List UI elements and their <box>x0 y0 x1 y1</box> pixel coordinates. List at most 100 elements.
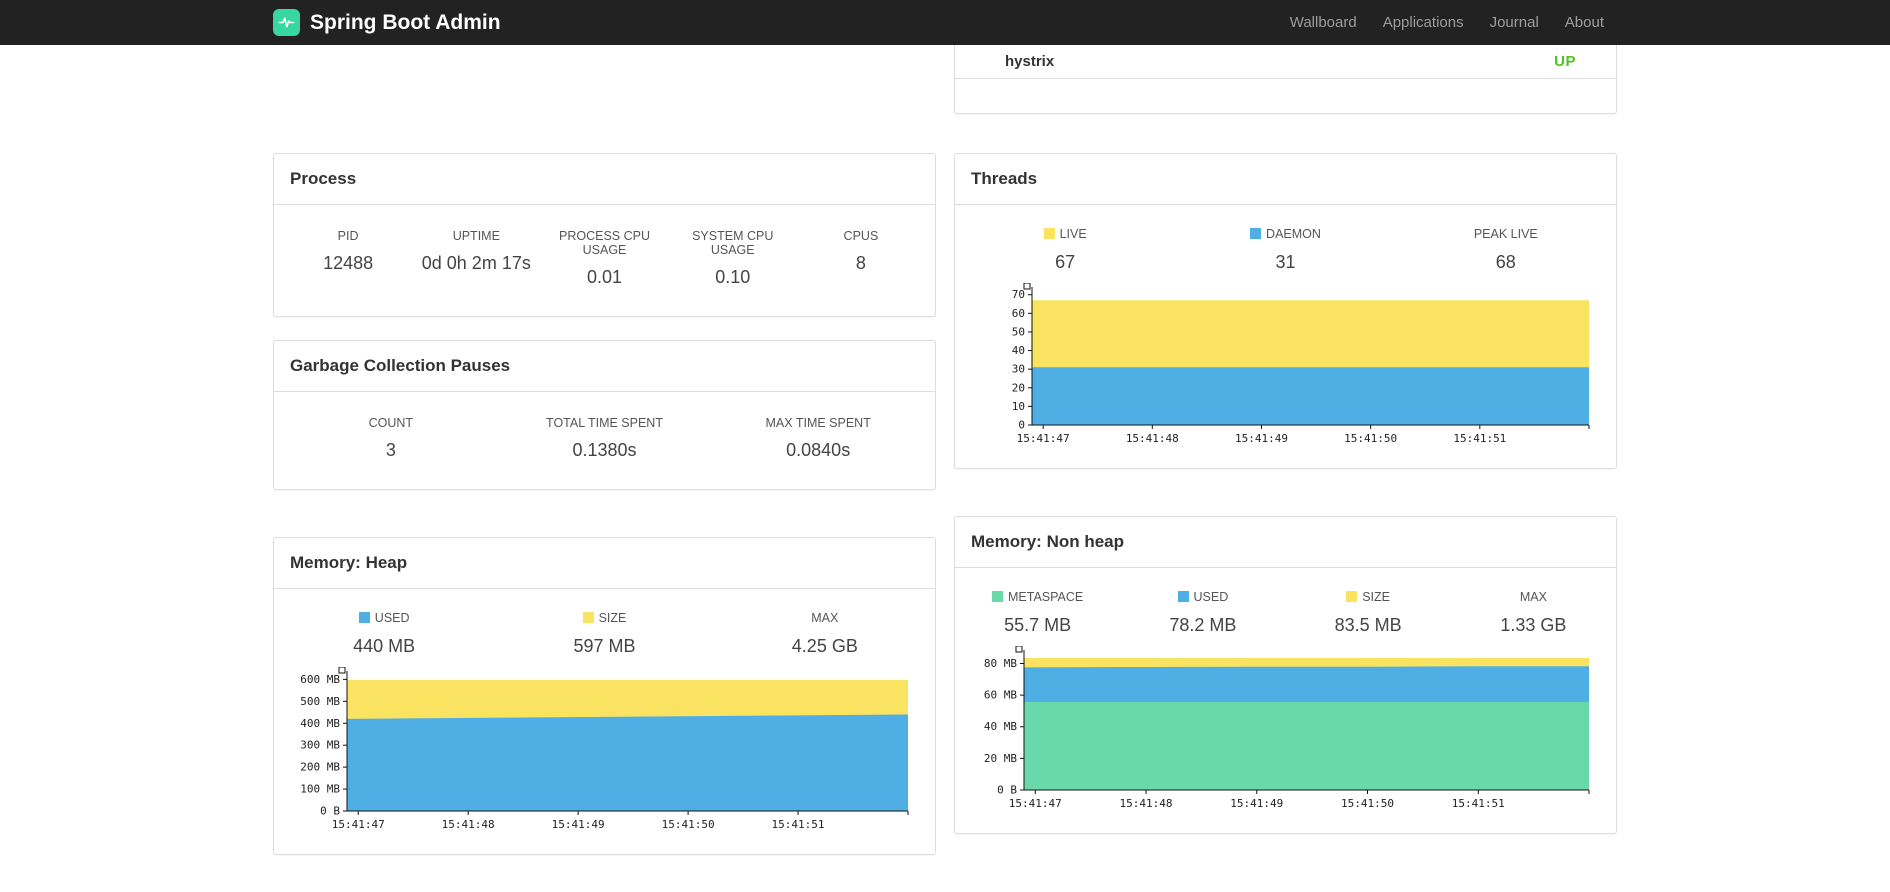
metric-value: 0.1380s <box>572 440 637 460</box>
legend-item-max: MAX 1.33 GB <box>1451 588 1616 636</box>
legend-item-max: MAX 4.25 GB <box>715 609 935 657</box>
metric-value: 12488 <box>323 253 374 273</box>
metric-cpus: CPUS 8 <box>797 229 925 288</box>
legend-item-peak-live: PEAK LIVE 68 <box>1396 225 1616 273</box>
metric-process-cpu: PROCESS CPU USAGE 0.01 <box>540 229 668 288</box>
svg-text:15:41:48: 15:41:48 <box>1120 797 1173 810</box>
svg-text:15:41:48: 15:41:48 <box>1126 432 1179 445</box>
gc-panel-title: Garbage Collection Pauses <box>274 341 935 392</box>
application-status-badge: UP <box>1554 53 1576 70</box>
legend-item-size: SIZE 83.5 MB <box>1286 588 1451 636</box>
svg-text:500 MB: 500 MB <box>300 695 340 708</box>
metric-label: SYSTEM CPU USAGE <box>692 229 774 257</box>
svg-text:80 MB: 80 MB <box>984 657 1017 670</box>
svg-text:40: 40 <box>1012 344 1025 357</box>
used-swatch-icon <box>358 612 370 623</box>
metric-label: PROCESS CPU USAGE <box>559 229 650 257</box>
process-metrics: PID 12488 UPTIME 0d 0h 2m 17s PROCESS CP… <box>274 205 935 316</box>
metric-label: MAX TIME SPENT <box>765 416 871 430</box>
memory-heap-panel: Memory: Heap USED 440 MB SIZE 597 MB MAX… <box>273 537 936 855</box>
left-column: Process PID 12488 UPTIME 0d 0h 2m 17s PR… <box>273 45 936 855</box>
nav-item-about[interactable]: About <box>1552 14 1617 31</box>
daemon-swatch-icon <box>1250 228 1262 239</box>
svg-text:15:41:47: 15:41:47 <box>1017 432 1070 445</box>
metric-gc-max-time: MAX TIME SPENT 0.0840s <box>711 416 925 461</box>
dashboard-content: Process PID 12488 UPTIME 0d 0h 2m 17s PR… <box>273 45 1617 855</box>
metric-uptime: UPTIME 0d 0h 2m 17s <box>412 229 540 288</box>
size-swatch-icon <box>1346 591 1358 602</box>
heap-chart-container: 0 B 100 MB 200 MB 300 MB 400 MB 500 MB 600 MB 1… <box>274 657 935 854</box>
threads-panel: Threads LIVE 67 DAEMON 31 PEAK LIVE 68 0… <box>954 153 1617 469</box>
legend-item-metaspace: METASPACE 55.7 MB <box>955 588 1120 636</box>
legend-value: 4.25 GB <box>791 636 858 656</box>
right-column: hystrix UP Threads LIVE 67 DAEMON 31 PEA… <box>954 45 1617 834</box>
heap-legend: USED 440 MB SIZE 597 MB MAX 4.25 GB <box>274 609 935 657</box>
metric-label: UPTIME <box>452 229 500 243</box>
metric-gc-total-time: TOTAL TIME SPENT 0.1380s <box>498 416 712 461</box>
legend-item-used: USED 440 MB <box>274 609 494 657</box>
size-swatch-icon <box>582 612 594 623</box>
legend-value: 67 <box>1055 252 1076 272</box>
nav-item-applications[interactable]: Applications <box>1370 14 1477 31</box>
brand[interactable]: Spring Boot Admin <box>273 9 501 36</box>
threads-chart-container: 0 10 20 30 40 50 60 70 15:41:47 15:41:48 15:41:49 1… <box>955 273 1616 468</box>
nav-item-journal[interactable]: Journal <box>1477 14 1552 31</box>
memory-nonheap-panel-title: Memory: Non heap <box>955 517 1616 568</box>
navbar: Spring Boot Admin Wallboard Applications… <box>0 0 1890 45</box>
legend-value: 68 <box>1495 252 1516 272</box>
nonheap-legend: METASPACE 55.7 MB USED 78.2 MB SIZE 83.5… <box>955 588 1616 636</box>
live-swatch-icon <box>1043 228 1055 239</box>
nonheap-chart: 0 B 20 MB 40 MB 60 MB 80 MB 15:41:47 15:41:48 1… <box>984 645 1590 810</box>
metric-value: 8 <box>855 253 866 273</box>
legend-value: 31 <box>1275 252 1296 272</box>
metaspace-swatch-icon <box>992 591 1003 602</box>
threads-legend: LIVE 67 DAEMON 31 PEAK LIVE 68 <box>955 225 1616 273</box>
svg-text:300 MB: 300 MB <box>300 739 340 752</box>
metric-value: 0d 0h 2m 17s <box>421 253 531 273</box>
svg-text:0 B: 0 B <box>997 784 1017 797</box>
svg-text:15:41:48: 15:41:48 <box>442 818 495 831</box>
heartbeat-icon <box>278 17 295 28</box>
svg-text:100 MB: 100 MB <box>300 783 340 796</box>
legend-item-size: SIZE 597 MB <box>494 609 714 657</box>
heap-chart: 0 B 100 MB 200 MB 300 MB 400 MB 500 MB 600 MB 1… <box>300 666 909 831</box>
metric-value: 0.01 <box>586 267 623 287</box>
nav-links: Wallboard Applications Journal About <box>1277 14 1617 31</box>
svg-text:30: 30 <box>1012 363 1025 376</box>
process-panel-title: Process <box>274 154 935 205</box>
legend-value: 78.2 MB <box>1169 615 1237 635</box>
svg-text:0 B: 0 B <box>320 805 340 818</box>
svg-text:10: 10 <box>1012 400 1025 413</box>
nav-item-wallboard[interactable]: Wallboard <box>1277 14 1370 31</box>
metric-gc-count: COUNT 3 <box>284 416 498 461</box>
legend-item-live: LIVE 67 <box>955 225 1175 273</box>
svg-text:60 MB: 60 MB <box>984 689 1017 702</box>
brand-logo-icon <box>273 9 300 36</box>
svg-text:0: 0 <box>1018 419 1025 432</box>
application-name: hystrix <box>1005 53 1055 70</box>
used-swatch-icon <box>1177 591 1189 602</box>
metric-label: TOTAL TIME SPENT <box>546 416 663 430</box>
legend-item-used: USED 78.2 MB <box>1120 588 1285 636</box>
legend-value: 440 MB <box>353 636 416 656</box>
svg-text:15:41:49: 15:41:49 <box>1235 432 1288 445</box>
svg-text:60: 60 <box>1012 307 1025 320</box>
metric-label: COUNT <box>368 416 414 430</box>
svg-text:15:41:49: 15:41:49 <box>552 818 605 831</box>
svg-text:400 MB: 400 MB <box>300 717 340 730</box>
applications-panel: hystrix UP <box>954 45 1617 114</box>
svg-text:15:41:50: 15:41:50 <box>1344 432 1397 445</box>
gc-metrics: COUNT 3 TOTAL TIME SPENT 0.1380s MAX TIM… <box>274 392 935 489</box>
metric-value: 0.0840s <box>786 440 851 460</box>
svg-text:15:41:51: 15:41:51 <box>1453 432 1506 445</box>
metric-value: 0.10 <box>715 267 751 287</box>
application-row-hystrix[interactable]: hystrix UP <box>955 45 1616 79</box>
svg-text:40 MB: 40 MB <box>984 720 1017 733</box>
threads-chart: 0 10 20 30 40 50 60 70 15:41:47 15:41:48 15:41:49 1… <box>1012 282 1590 445</box>
memory-nonheap-panel: Memory: Non heap METASPACE 55.7 MB USED … <box>954 516 1617 834</box>
memory-heap-panel-title: Memory: Heap <box>274 538 935 589</box>
svg-text:15:41:49: 15:41:49 <box>1230 797 1283 810</box>
svg-text:20 MB: 20 MB <box>984 752 1017 765</box>
legend-value: 1.33 GB <box>1500 615 1567 635</box>
svg-text:50: 50 <box>1012 325 1025 338</box>
